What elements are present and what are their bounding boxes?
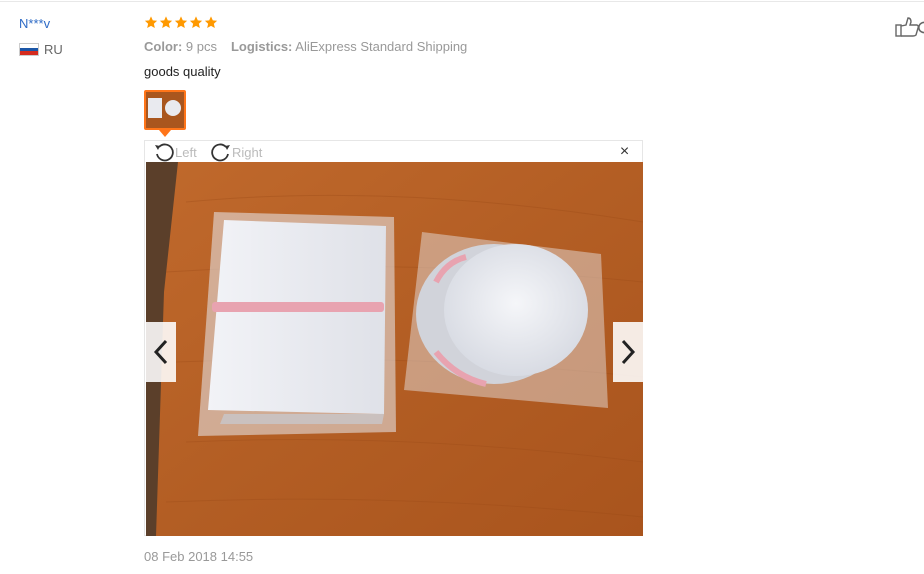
viewer-toolbar: Left Right ×: [145, 141, 642, 162]
review-date: 08 Feb 2018 14:55: [144, 549, 254, 564]
star-icon: [144, 16, 158, 29]
chevron-right-icon: [621, 339, 636, 365]
divider: [0, 1, 924, 2]
color-value: 9 pcs: [185, 39, 217, 54]
reviewer-name[interactable]: N***v: [19, 16, 63, 32]
star-icon: [204, 16, 218, 29]
chevron-left-icon: [153, 339, 168, 365]
russia-flag-icon: [19, 43, 39, 56]
thumbs-up-icon: [895, 17, 924, 37]
star-icon: [189, 16, 203, 29]
rotate-left-button[interactable]: Left: [153, 142, 197, 162]
close-viewer-button[interactable]: ×: [617, 144, 632, 160]
previous-photo-button[interactable]: [146, 322, 176, 382]
star-rating: [144, 15, 218, 30]
rotate-right-label: Right: [232, 144, 263, 160]
logistics-label: Logistics:: [230, 39, 293, 54]
review-text: goods quality: [144, 64, 221, 79]
helpful-button[interactable]: [895, 16, 924, 38]
rotate-left-icon: [155, 143, 174, 162]
photo-thumbnail-image: [146, 92, 184, 128]
next-photo-button[interactable]: [613, 322, 643, 382]
thumbnail-pointer: [159, 130, 171, 137]
review-photo: [146, 162, 643, 536]
reviewer-country: RU: [19, 42, 63, 57]
color-label: Color:: [144, 39, 183, 54]
review-photo-image: [146, 162, 643, 536]
logistics-value: AliExpress Standard Shipping: [295, 39, 468, 54]
country-code: RU: [44, 42, 63, 57]
rotate-right-button[interactable]: Right: [210, 142, 262, 162]
review-photo-thumbnail[interactable]: [144, 90, 186, 130]
star-icon: [174, 16, 188, 29]
review-meta: Color: 9 pcs Logistics: AliExpress Standa…: [144, 38, 467, 55]
rotate-right-icon: [211, 143, 230, 162]
rotate-left-label: Left: [175, 144, 197, 160]
reviewer-info: N***v RU: [19, 16, 63, 57]
photo-viewer: Left Right ×: [144, 140, 643, 536]
star-icon: [159, 16, 173, 29]
